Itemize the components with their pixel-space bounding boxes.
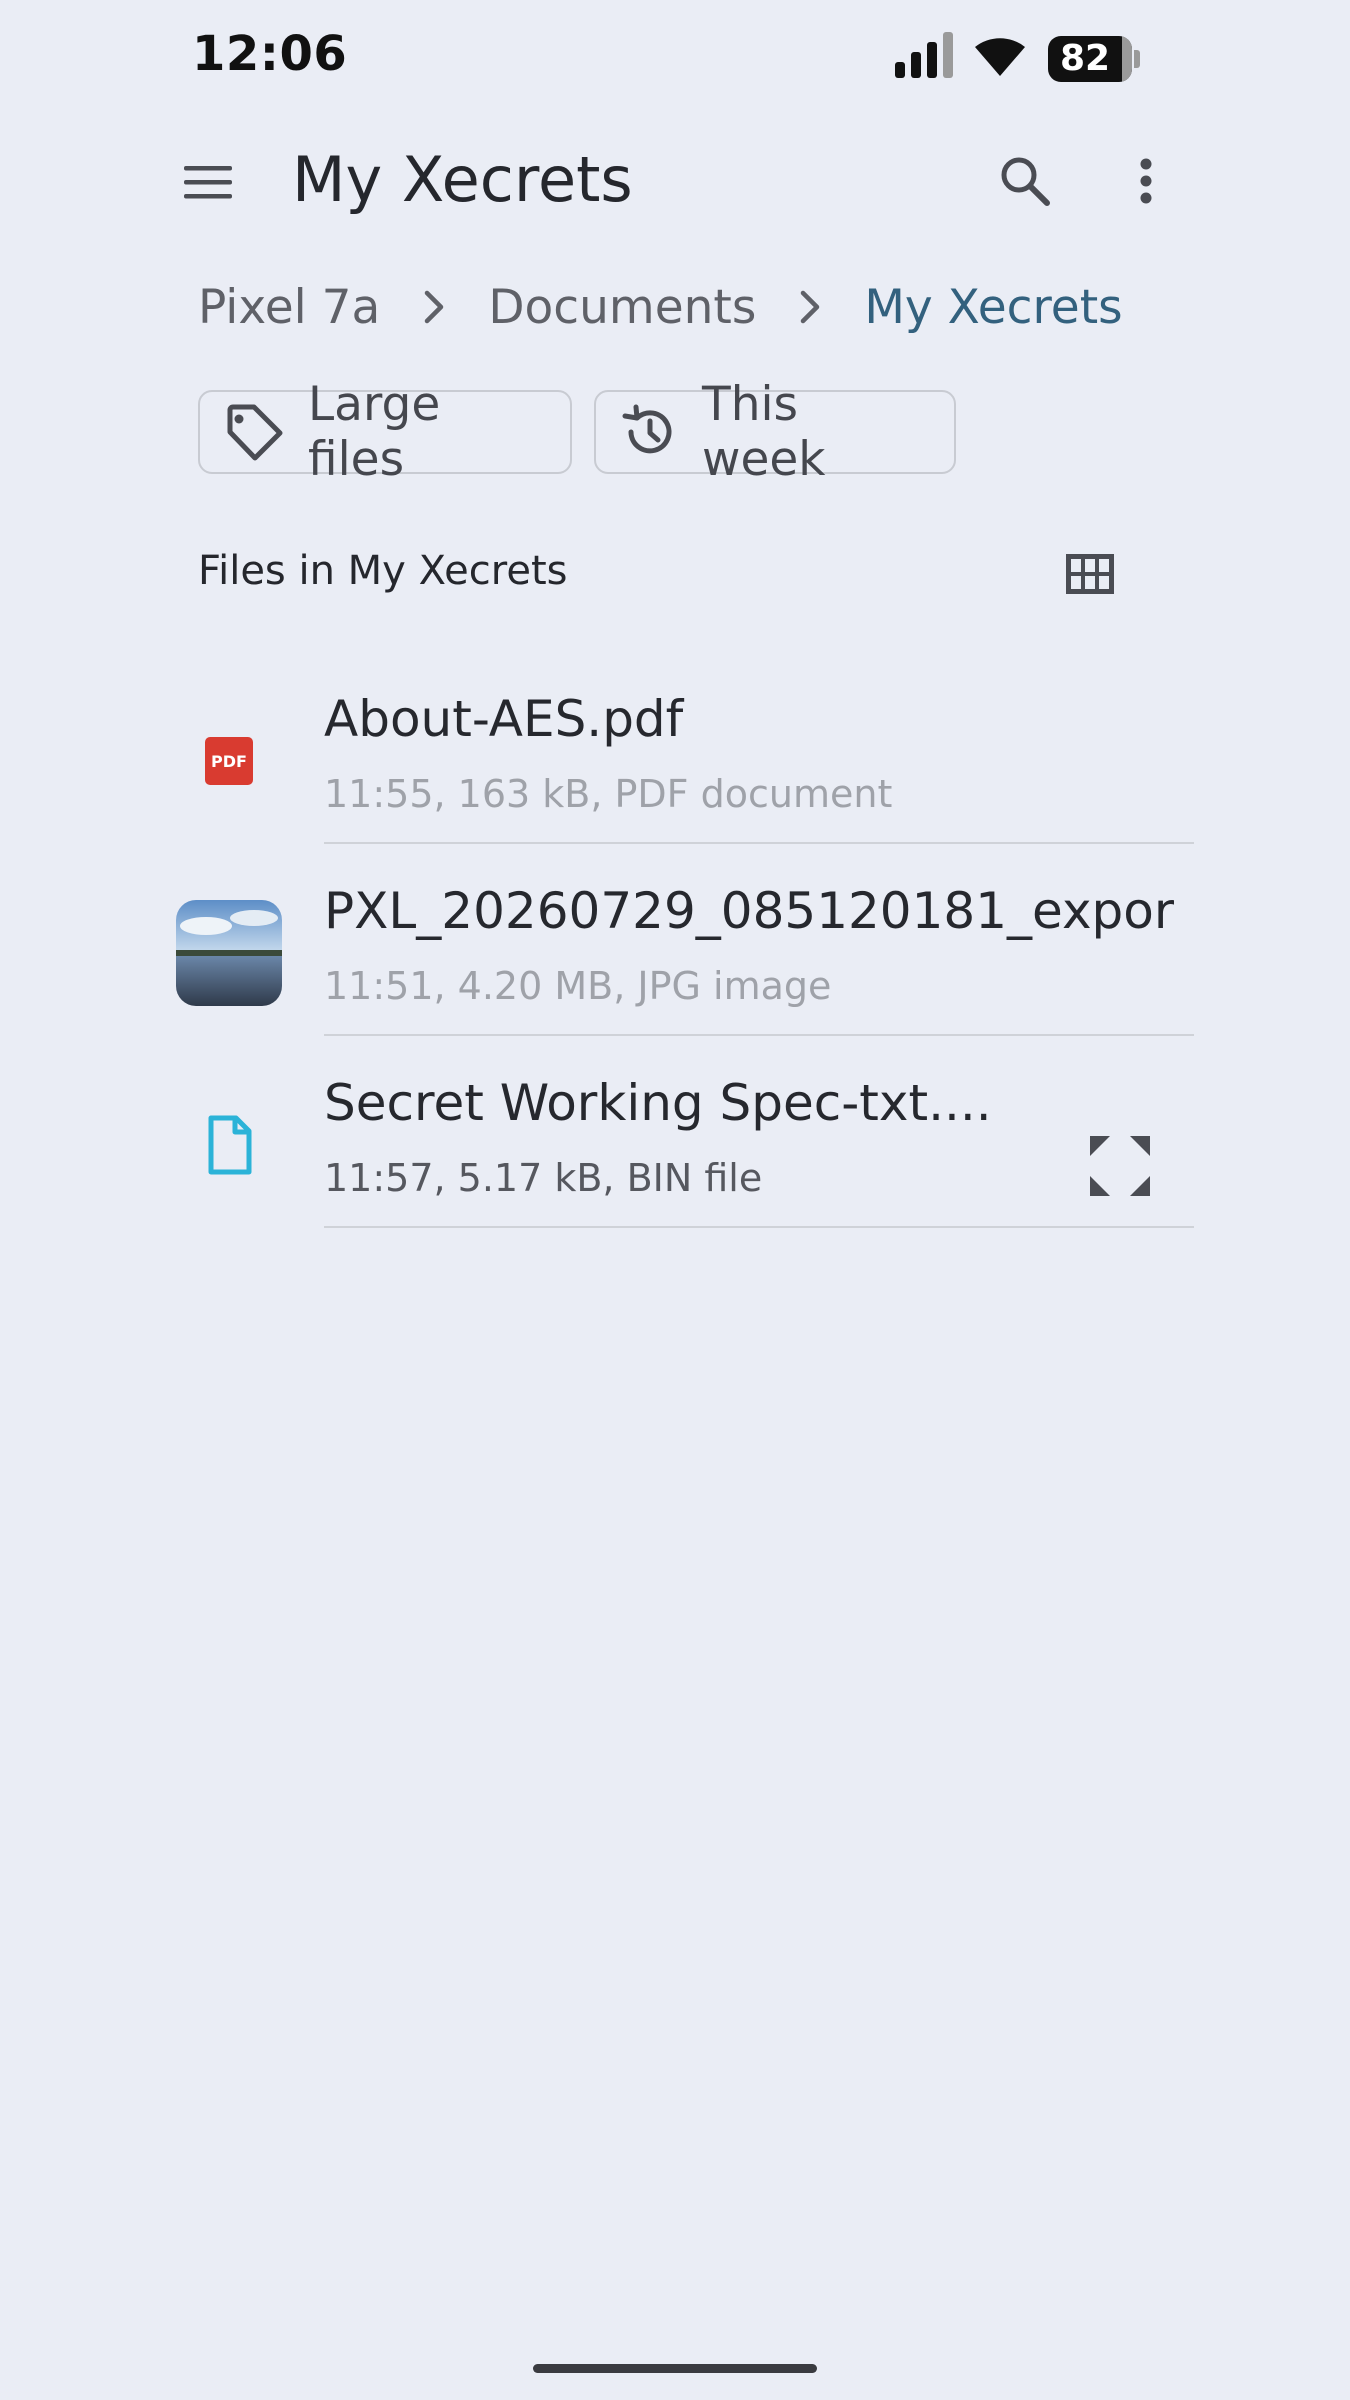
grid-view-icon[interactable] — [1060, 548, 1120, 600]
gesture-home-bar[interactable] — [533, 2364, 817, 2373]
file-row-about-aes[interactable]: PDF About-AES.pdf 11:55, 163 kB, PDF doc… — [0, 652, 1350, 844]
file-meta: 11:51, 4.20 MB, JPG image — [324, 964, 832, 1008]
hamburger-menu-icon[interactable] — [178, 152, 238, 212]
filter-chip-large-files[interactable]: Large files — [198, 377, 572, 487]
expand-icon[interactable] — [1086, 1132, 1154, 1200]
search-icon[interactable] — [994, 150, 1056, 212]
file-meta: 11:55, 163 kB, PDF document — [324, 772, 893, 816]
breadcrumb: Pixel 7a Documents My Xecrets — [198, 275, 1123, 339]
breadcrumb-item-documents[interactable]: Documents — [488, 280, 756, 335]
page-title: My Xecrets — [292, 143, 633, 216]
chip-label: Large files — [308, 377, 441, 487]
svg-text:PDF: PDF — [211, 752, 247, 771]
chip-label: This week — [702, 377, 826, 487]
file-name: Secret Working Spec-txt.... — [324, 1074, 992, 1132]
more-vert-icon[interactable] — [1120, 150, 1172, 212]
file-row-pxl-image[interactable]: PXL_20260729_085120181_export... 11:51, … — [0, 844, 1350, 1036]
document-icon — [176, 1092, 282, 1198]
file-name: About-AES.pdf — [324, 690, 684, 748]
breadcrumb-item-pixel[interactable]: Pixel 7a — [198, 280, 380, 335]
file-row-secret-spec[interactable]: Secret Working Spec-txt.... 11:57, 5.17 … — [0, 1036, 1350, 1228]
tag-icon — [227, 404, 283, 461]
file-meta: 11:57, 5.17 kB, BIN file — [324, 1156, 763, 1200]
history-icon — [622, 404, 672, 454]
pdf-icon: PDF — [176, 708, 282, 814]
file-name: PXL_20260729_085120181_export... — [324, 882, 1174, 940]
section-title: Files in My Xecrets — [198, 548, 568, 594]
breadcrumb-item-current[interactable]: My Xecrets — [864, 280, 1122, 335]
battery-level: 82 — [1059, 38, 1111, 79]
chevron-right-icon — [756, 290, 864, 324]
cellular-signal-icon — [895, 32, 953, 78]
battery-indicator: 82 — [1048, 36, 1140, 82]
chevron-right-icon — [380, 290, 488, 324]
row-divider — [324, 1226, 1194, 1228]
status-time: 12:06 — [192, 26, 348, 82]
wifi-icon — [975, 38, 1025, 76]
filter-chip-this-week[interactable]: This week — [594, 377, 956, 487]
image-thumbnail — [176, 900, 282, 1006]
